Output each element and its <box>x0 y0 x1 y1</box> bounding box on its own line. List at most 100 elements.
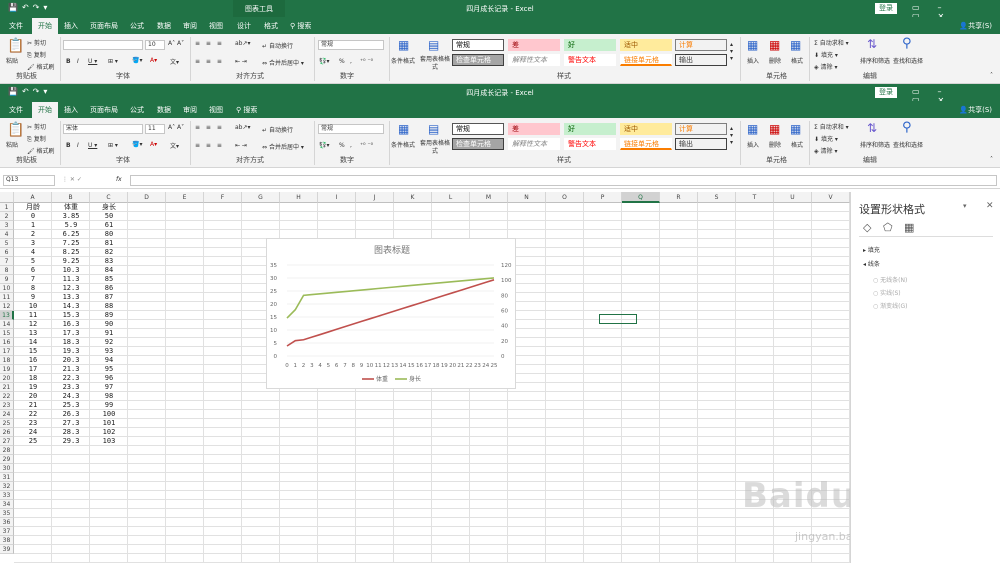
row-header-17[interactable]: 17 <box>0 347 14 356</box>
table-cell[interactable]: 16 <box>14 356 52 365</box>
tab-6-b[interactable]: 审阅 <box>183 105 197 115</box>
header-cell[interactable]: 月龄 <box>14 203 52 212</box>
table-cell[interactable]: 61 <box>90 221 128 230</box>
insert-cells-label-t[interactable]: 插入 <box>747 56 759 65</box>
delete-cells-label-b[interactable]: 删除 <box>769 140 781 149</box>
column-header-O[interactable]: O <box>546 192 584 203</box>
name-box[interactable]: Q13 <box>3 175 55 186</box>
row-header-25[interactable]: 25 <box>0 419 14 428</box>
font-grow-shrink-b[interactable]: A˄ A˅ <box>168 124 184 131</box>
row-header-1[interactable]: 1 <box>0 203 14 212</box>
column-header-C[interactable]: C <box>90 192 128 203</box>
table-cell[interactable]: 97 <box>90 383 128 392</box>
font-name-select-t[interactable] <box>63 40 143 50</box>
cell-style-9-t[interactable]: 输出 <box>675 54 727 66</box>
sort-filter-icon-t[interactable]: ⇅ <box>867 37 877 51</box>
table-cell[interactable]: 25.3 <box>52 401 90 410</box>
row-header-7[interactable]: 7 <box>0 257 14 266</box>
table-cell[interactable]: 0 <box>14 212 52 221</box>
table-cell[interactable]: 17 <box>14 365 52 374</box>
row-header-35[interactable]: 35 <box>0 509 14 518</box>
row-header-14[interactable]: 14 <box>0 320 14 329</box>
tab-3-b[interactable]: 页面布局 <box>90 105 118 115</box>
table-cell[interactable]: 89 <box>90 311 128 320</box>
table-cell[interactable]: 13.3 <box>52 293 90 302</box>
border-icon-b[interactable]: ⊞ ▾ <box>108 142 118 149</box>
table-cell[interactable]: 102 <box>90 428 128 437</box>
cell-style-1-t[interactable]: 差 <box>508 39 560 51</box>
column-header-E[interactable]: E <box>166 192 204 203</box>
table-cell[interactable]: 85 <box>90 275 128 284</box>
copy-button-b[interactable]: ⎘ 复制 <box>27 134 46 144</box>
ribbon-collapse-icon-b[interactable]: ˄ <box>990 156 993 163</box>
currency-icon-b[interactable]: 💱▾ <box>319 142 329 149</box>
table-cell[interactable]: 101 <box>90 419 128 428</box>
table-cell[interactable]: 14 <box>14 338 52 347</box>
bold-icon-b[interactable]: B <box>66 142 71 149</box>
table-cell[interactable]: 19.3 <box>52 347 90 356</box>
row-header-8[interactable]: 8 <box>0 266 14 275</box>
cell-style-8-b[interactable]: 链接单元格 <box>620 138 672 150</box>
tab-2-t[interactable]: 插入 <box>64 21 78 31</box>
fill-line-icon[interactable]: ◇ <box>863 221 871 234</box>
paste-icon-t[interactable]: 📋 <box>7 38 24 54</box>
cell-style-4-t[interactable]: 计算 <box>675 39 727 51</box>
table-cell[interactable]: 24.3 <box>52 392 90 401</box>
column-header-N[interactable]: N <box>508 192 546 203</box>
fx-icon[interactable]: fx <box>116 176 122 183</box>
table-cell[interactable]: 25 <box>14 437 52 446</box>
cell-style-7-b[interactable]: 警告文本 <box>564 138 616 150</box>
insert-cells-icon-t[interactable]: ▦ <box>747 38 758 52</box>
table-cell[interactable]: 17.3 <box>52 329 90 338</box>
format-painter-button-t[interactable]: 🖌 格式刷 <box>27 62 55 71</box>
row-header-6[interactable]: 6 <box>0 248 14 257</box>
merge-center-button-b[interactable]: ⇔ 合并后居中 ▾ <box>262 142 304 151</box>
cell-style-2-t[interactable]: 好 <box>564 39 616 51</box>
table-cell[interactable]: 7 <box>14 275 52 284</box>
table-cell[interactable]: 10.3 <box>52 266 90 275</box>
font-size-select-t[interactable]: 10 <box>145 40 165 50</box>
table-cell[interactable]: 96 <box>90 374 128 383</box>
paste-icon-b[interactable]: 📋 <box>7 122 24 138</box>
table-cell[interactable]: 8 <box>14 284 52 293</box>
find-select-label-t[interactable]: 查找和选择 <box>893 56 923 65</box>
cut-button-t[interactable]: ✂ 剪切 <box>27 38 46 47</box>
column-header-P[interactable]: P <box>584 192 622 203</box>
column-header-R[interactable]: R <box>660 192 698 203</box>
horizontal-align-icons-b[interactable]: ≡ ≡ ≡ <box>195 142 224 149</box>
row-header-18[interactable]: 18 <box>0 356 14 365</box>
row-header-24[interactable]: 24 <box>0 410 14 419</box>
column-header-K[interactable]: K <box>394 192 432 203</box>
table-cell[interactable]: 87 <box>90 293 128 302</box>
table-cell[interactable]: 80 <box>90 230 128 239</box>
row-header-11[interactable]: 11 <box>0 293 14 302</box>
phonetic-icon-b[interactable]: 文▾ <box>170 141 179 150</box>
table-cell[interactable]: 2 <box>14 230 52 239</box>
column-header-Q[interactable]: Q <box>622 192 660 203</box>
italic-icon-t[interactable]: I <box>77 58 79 65</box>
login-button-2[interactable]: 登录 <box>875 87 897 98</box>
table-cell[interactable]: 11 <box>14 311 52 320</box>
row-header-29[interactable]: 29 <box>0 455 14 464</box>
cell-style-6-b[interactable]: 解释性文本 <box>508 138 560 150</box>
table-cell[interactable]: 5.9 <box>52 221 90 230</box>
table-cell[interactable]: 13 <box>14 329 52 338</box>
table-cell[interactable]: 9 <box>14 293 52 302</box>
format-cells-label-t[interactable]: 格式 <box>791 56 803 65</box>
indent-icons-b[interactable]: ⇤ ⇥ <box>235 142 247 149</box>
styles-scroll-t[interactable]: ▴ ▾ ▾ <box>730 41 733 62</box>
vertical-align-icons-b[interactable]: ≡ ≡ ≡ <box>195 124 224 131</box>
column-header-B[interactable]: B <box>52 192 90 203</box>
column-header-U[interactable]: U <box>774 192 812 203</box>
table-cell[interactable]: 11.3 <box>52 275 90 284</box>
number-format-select-b[interactable]: 常规 <box>318 124 384 134</box>
find-select-icon-b[interactable]: ⚲ <box>902 120 912 135</box>
paste-label-t[interactable]: 粘贴 <box>6 56 18 65</box>
conditional-format-icon-t[interactable]: ▦ <box>398 38 409 52</box>
insert-cells-icon-b[interactable]: ▦ <box>747 122 758 136</box>
table-cell[interactable]: 24 <box>14 428 52 437</box>
column-header-L[interactable]: L <box>432 192 470 203</box>
number-format-select-t[interactable]: 常规 <box>318 40 384 50</box>
row-header-37[interactable]: 37 <box>0 527 14 536</box>
format-as-table-icon-b[interactable]: ▤ <box>428 122 439 136</box>
